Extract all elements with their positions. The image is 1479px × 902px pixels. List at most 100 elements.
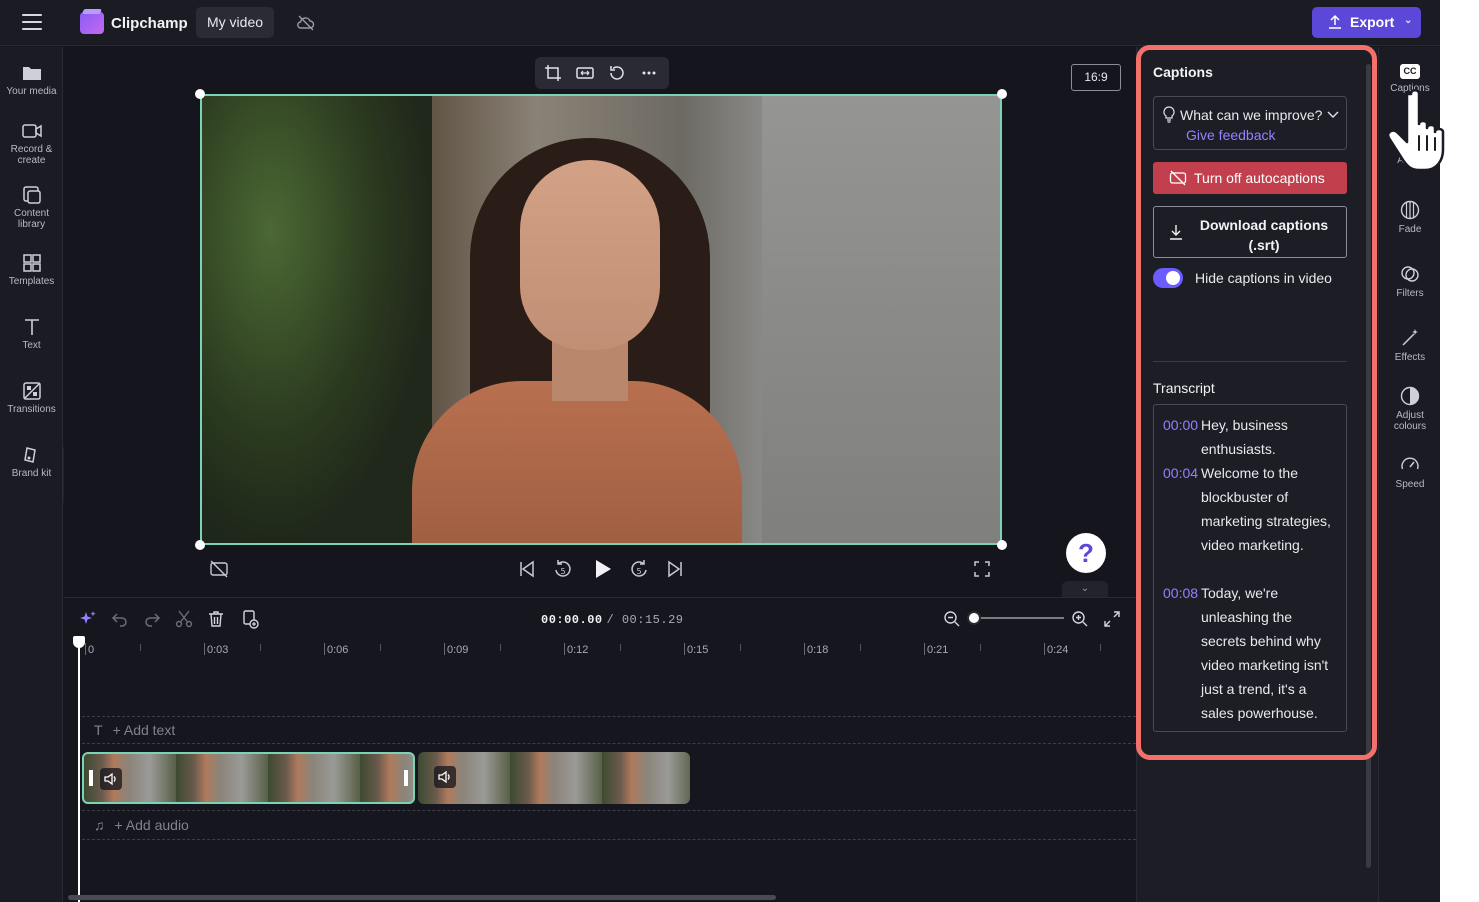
timeline-scrollbar[interactable] [68, 895, 776, 900]
timeline-ruler[interactable]: 0 0:03 0:06 0:09 0:12 0:15 0:18 0:21 0:2… [80, 640, 1136, 660]
clipchamp-editor: Clipchamp My video Export ⌄ Your media R… [0, 0, 1440, 902]
video-person-face [520, 160, 660, 350]
tab-label: Adjust colours [1393, 410, 1427, 432]
sidebar-item-label: Content library [13, 208, 50, 230]
speed-icon [1401, 457, 1419, 470]
ruler-tick: 0:24 [1043, 643, 1069, 656]
crop-icon[interactable] [543, 63, 563, 83]
captions-off-icon[interactable] [208, 558, 230, 580]
skip-forward-icon[interactable] [664, 558, 686, 580]
sidebar-item-label: Templates [8, 276, 55, 287]
help-button[interactable]: ? [1066, 533, 1106, 573]
video-clip-selected[interactable] [82, 752, 415, 804]
sidebar-item-record-create[interactable]: Record & create [0, 121, 63, 166]
templates-icon [22, 254, 41, 272]
timeline: 00:00.00 / 00:15.29 0 0:03 0:06 0:09 0:1… [64, 597, 1136, 902]
video-clip[interactable] [418, 752, 690, 804]
rotate-icon[interactable] [607, 63, 627, 83]
ruler-minor-tick [500, 644, 501, 651]
zoom-out-icon[interactable] [942, 609, 962, 629]
export-label: Export [1350, 14, 1395, 30]
tab-fade[interactable]: Fade [1379, 199, 1440, 235]
menu-icon[interactable] [22, 14, 42, 30]
resize-handle-bottom-right[interactable] [997, 540, 1007, 550]
sidebar-item-label: Brand kit [11, 468, 52, 479]
split-scissors-icon[interactable] [174, 609, 194, 629]
app-name: Clipchamp [111, 15, 188, 32]
undo-icon[interactable] [110, 609, 130, 629]
delete-icon[interactable] [206, 609, 226, 629]
ruler-minor-tick [860, 644, 861, 651]
clip-trim-handle-left[interactable] [89, 770, 93, 786]
sidebar-item-templates[interactable]: Templates [0, 253, 63, 287]
text-track-icon: T [94, 722, 103, 738]
export-button[interactable]: Export ⌄ [1312, 7, 1421, 38]
total-duration: / 00:15.29 [606, 613, 684, 627]
brand-kit-icon [23, 447, 36, 463]
fit-timeline-icon[interactable] [1102, 609, 1122, 629]
forward-5-icon[interactable]: 5 [628, 558, 650, 580]
fade-icon [1400, 200, 1420, 220]
ruler-minor-tick [1100, 644, 1101, 651]
zoom-slider-track[interactable] [972, 617, 1064, 619]
top-bar: Clipchamp My video Export ⌄ [0, 0, 1440, 46]
ruler-tick: 0:21 [923, 643, 949, 656]
chevron-down-icon: ⌄ [1404, 15, 1413, 26]
resize-handle-top-left[interactable] [195, 89, 205, 99]
transitions-icon [22, 382, 41, 400]
zoom-slider-handle[interactable] [967, 611, 981, 625]
video-preview[interactable] [200, 94, 1002, 545]
fit-icon[interactable] [575, 63, 595, 83]
filters-icon [1401, 266, 1419, 282]
sidebar-item-brand-kit[interactable]: Brand kit [0, 445, 63, 479]
collapse-preview-button[interactable]: ⌄ [1062, 581, 1108, 597]
audio-track-add[interactable]: ♫ + Add audio [82, 810, 1136, 840]
clip-trim-handle-right[interactable] [404, 770, 408, 786]
text-icon [24, 319, 39, 335]
redo-icon[interactable] [142, 609, 162, 629]
skip-back-icon[interactable] [516, 558, 538, 580]
tab-filters[interactable]: Filters [1379, 263, 1440, 299]
ruler-tick: 0:03 [203, 643, 229, 656]
text-track-add[interactable]: T + Add text [82, 716, 1136, 744]
duplicate-add-icon[interactable] [240, 609, 260, 629]
add-text-label: + Add text [112, 722, 176, 738]
more-options-icon[interactable] [639, 63, 659, 83]
rewind-5-icon[interactable]: 5 [552, 558, 574, 580]
project-title-button[interactable]: My video [196, 7, 275, 38]
zoom-in-icon[interactable] [1070, 609, 1090, 629]
ruler-minor-tick [620, 644, 621, 651]
fullscreen-icon[interactable] [971, 558, 993, 580]
resize-handle-top-right[interactable] [997, 89, 1007, 99]
camera-icon [21, 124, 42, 138]
ruler-minor-tick [740, 644, 741, 651]
playhead[interactable] [73, 636, 85, 902]
sidebar-item-text[interactable]: Text [0, 317, 63, 351]
sidebar-item-transitions[interactable]: Transitions [0, 381, 63, 415]
tab-label: Filters [1396, 288, 1424, 299]
folder-icon [22, 67, 41, 80]
captions-panel-highlight [1136, 45, 1377, 760]
aspect-ratio-button[interactable]: 16:9 [1071, 64, 1121, 91]
magic-sparkle-icon[interactable] [78, 609, 98, 629]
tab-adjust-colours[interactable]: Adjust colours [1379, 385, 1440, 432]
ruler-tick: 0:09 [443, 643, 469, 656]
clip-volume-icon[interactable] [434, 766, 456, 788]
sidebar-item-label: Record & create [10, 144, 53, 166]
ruler-minor-tick [140, 644, 141, 651]
tab-speed[interactable]: Speed [1379, 454, 1440, 490]
clip-volume-icon[interactable] [100, 768, 122, 790]
library-icon [22, 186, 41, 204]
current-time: 00:00.00 [541, 613, 603, 627]
captions-icon: CC [1400, 64, 1420, 79]
ruler-minor-tick [980, 644, 981, 651]
hand-pointer-icon [1381, 86, 1453, 176]
ruler-tick: 0 [84, 643, 95, 656]
cloud-off-icon[interactable] [296, 13, 316, 33]
tab-effects[interactable]: Effects [1379, 327, 1440, 363]
resize-handle-bottom-left[interactable] [195, 540, 205, 550]
play-icon[interactable] [590, 557, 612, 579]
sidebar-item-content-library[interactable]: Content library [0, 185, 63, 230]
sidebar-item-your-media[interactable]: Your media [0, 63, 63, 97]
sidebar-item-label: Your media [6, 86, 57, 97]
